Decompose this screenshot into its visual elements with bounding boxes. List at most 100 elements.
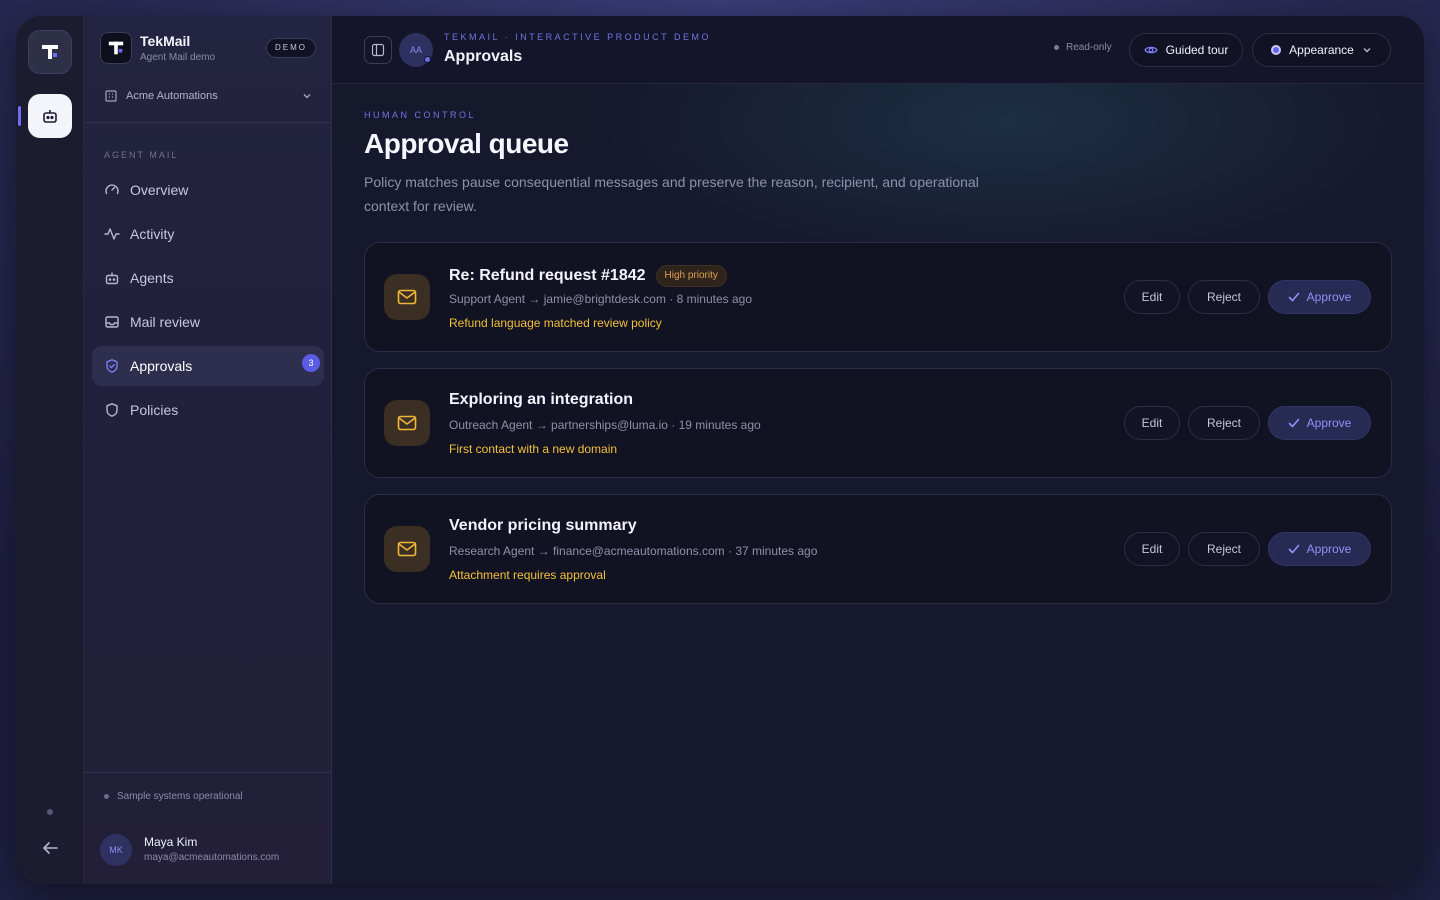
approval-meta: Research Agent → finance@acmeautomations… xyxy=(449,544,818,558)
tekmail-logo-icon xyxy=(42,45,58,59)
bot-icon xyxy=(43,110,57,123)
approval-meta: Support Agent → jamie@brightdesk.com · 8… xyxy=(449,292,752,306)
gauge-icon xyxy=(104,182,120,198)
priority-badge: High priority xyxy=(655,265,727,287)
sidebar-section-label: AGENT MAIL xyxy=(104,150,179,160)
chevron-down-icon xyxy=(1363,48,1371,53)
edit-button[interactable]: Edit xyxy=(1124,532,1180,566)
sidebar-item-label: Approvals xyxy=(130,358,193,374)
sidebar-item-label: Mail review xyxy=(130,314,201,330)
approve-button[interactable]: Approve xyxy=(1268,406,1371,440)
sidebar-item-policies[interactable]: Policies xyxy=(92,390,324,430)
reject-button[interactable]: Reject xyxy=(1188,532,1260,566)
guided-tour-button[interactable]: Guided tour xyxy=(1129,33,1243,67)
mail-icon xyxy=(384,526,430,572)
approval-list: Re: Refund request #1842 High priority S… xyxy=(364,242,1392,604)
approval-subject: Vendor pricing summary xyxy=(449,517,637,535)
sidebar-divider xyxy=(84,122,331,123)
approval-card[interactable]: Exploring an integration Outreach Agent … xyxy=(364,368,1392,478)
building-icon xyxy=(105,90,117,102)
reject-button[interactable]: Reject xyxy=(1188,406,1260,440)
brand-name: TekMail xyxy=(140,33,191,49)
inbox-icon xyxy=(104,314,120,330)
approval-meta: Outreach Agent → partnerships@luma.io · … xyxy=(449,418,761,432)
reject-button[interactable]: Reject xyxy=(1188,280,1260,314)
edit-button[interactable]: Edit xyxy=(1124,406,1180,440)
online-status-dot xyxy=(424,56,431,63)
sidebar-item-label: Activity xyxy=(130,226,175,242)
rail-status-dot xyxy=(47,809,53,815)
system-status: Sample systems operational xyxy=(104,791,243,802)
rail-agent-mail-button[interactable] xyxy=(28,94,72,138)
app-window: TekMail Agent Mail demo DEMO Acme Automa… xyxy=(16,16,1424,884)
shield-check-icon xyxy=(104,358,120,374)
approval-subject-text: Vendor pricing summary xyxy=(449,517,637,534)
workspace-name: Acme Automations xyxy=(126,90,218,102)
approval-subject: Re: Refund request #1842 High priority xyxy=(449,265,727,287)
approval-reason: Attachment requires approval xyxy=(449,568,606,582)
sidebar-divider xyxy=(84,772,331,773)
arrow-left-icon xyxy=(43,842,58,854)
approval-actions: Edit Reject Approve xyxy=(1124,532,1371,566)
approval-card[interactable]: Re: Refund request #1842 High priority S… xyxy=(364,242,1392,352)
approval-reason: First contact with a new domain xyxy=(449,442,618,456)
theme-swatch-icon xyxy=(1271,45,1282,55)
user-name: Maya Kim xyxy=(144,835,198,849)
sidebar-item-agents[interactable]: Agents xyxy=(92,258,324,298)
approval-subject-text: Re: Refund request #1842 xyxy=(449,267,646,284)
back-button[interactable] xyxy=(38,838,62,858)
shield-icon xyxy=(104,402,120,418)
brand: TekMail Agent Mail demo DEMO xyxy=(100,32,316,64)
user-email: maya@acmeautomations.com xyxy=(144,852,280,863)
guided-tour-label: Guided tour xyxy=(1165,43,1229,57)
read-only-indicator: Read-only xyxy=(1054,42,1112,53)
check-icon xyxy=(1288,544,1299,554)
workspace-switcher[interactable]: Acme Automations xyxy=(104,86,312,106)
sidebar-item-activity[interactable]: Activity xyxy=(92,214,324,254)
approvals-count-badge: 3 xyxy=(302,354,320,372)
status-dot xyxy=(1054,45,1059,50)
sidebar: TekMail Agent Mail demo DEMO Acme Automa… xyxy=(84,16,332,884)
appearance-label: Appearance xyxy=(1289,43,1354,57)
edit-button[interactable]: Edit xyxy=(1124,280,1180,314)
read-only-label: Read-only xyxy=(1066,42,1112,53)
mail-icon xyxy=(384,274,430,320)
sidebar-item-approvals[interactable]: Approvals 3 xyxy=(92,346,324,386)
page-heading: Approval queue xyxy=(364,128,569,159)
tekmail-logo-icon xyxy=(108,41,124,55)
sidebar-item-label: Agents xyxy=(130,270,174,286)
approve-label: Approve xyxy=(1306,290,1352,304)
rail-logo[interactable] xyxy=(28,30,72,74)
approval-card[interactable]: Vendor pricing summary Research Agent → … xyxy=(364,494,1392,604)
status-dot xyxy=(104,794,109,799)
rail-active-indicator xyxy=(18,106,21,126)
demo-badge: DEMO xyxy=(266,38,316,58)
sidebar-item-overview[interactable]: Overview xyxy=(92,170,324,210)
activity-icon xyxy=(104,226,120,242)
avatar: MK xyxy=(100,834,132,866)
sidebar-item-label: Overview xyxy=(130,182,189,198)
main-area: AA TEKMAIL · INTERACTIVE PRODUCT DEMO Ap… xyxy=(332,16,1424,884)
chevron-down-icon xyxy=(303,94,311,99)
approve-label: Approve xyxy=(1306,542,1352,556)
brand-logo xyxy=(100,32,132,64)
brand-subtitle: Agent Mail demo xyxy=(140,52,216,63)
sidebar-item-mail-review[interactable]: Mail review xyxy=(92,302,324,342)
sidebar-nav: Overview Activity Agents Mail review App… xyxy=(92,170,324,434)
approval-actions: Edit Reject Approve xyxy=(1124,280,1371,314)
toggle-sidebar-button[interactable] xyxy=(364,36,392,64)
check-icon xyxy=(1288,418,1299,428)
page-title: Approvals xyxy=(444,48,523,65)
app-rail xyxy=(16,16,84,884)
page-description: Policy matches pause consequential messa… xyxy=(364,174,979,214)
user-profile[interactable]: MK Maya Kim maya@acmeautomations.com xyxy=(100,834,320,866)
approval-actions: Edit Reject Approve xyxy=(1124,406,1371,440)
bot-icon xyxy=(104,270,120,286)
appearance-dropdown[interactable]: Appearance xyxy=(1252,33,1391,67)
check-icon xyxy=(1288,292,1299,302)
section-label: HUMAN CONTROL xyxy=(364,110,477,120)
approval-subject-text: Exploring an integration xyxy=(449,391,634,408)
approve-button[interactable]: Approve xyxy=(1268,532,1371,566)
approve-button[interactable]: Approve xyxy=(1268,280,1371,314)
topbar: AA TEKMAIL · INTERACTIVE PRODUCT DEMO Ap… xyxy=(332,16,1424,84)
